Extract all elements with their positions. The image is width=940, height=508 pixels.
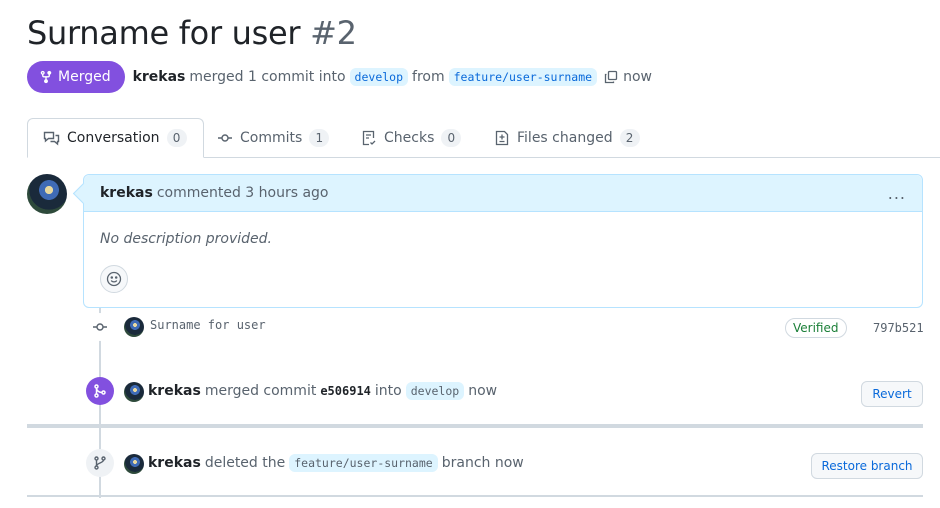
tab-conversation[interactable]: Conversation 0 — [27, 118, 204, 158]
pr-title: Surname for user #2 — [27, 14, 357, 52]
kebab-menu-icon[interactable]: ... — [888, 184, 906, 203]
tab-counter: 0 — [166, 129, 187, 147]
git-branch-icon — [94, 456, 106, 470]
comment-action: commented 3 hours ago — [156, 185, 329, 201]
delete-event-text: krekas deleted the feature/user-surname … — [148, 453, 524, 473]
pr-number: #2 — [310, 14, 357, 52]
tab-commits[interactable]: Commits 1 — [217, 118, 330, 157]
checklist-icon — [362, 130, 376, 145]
merge-event-badge — [86, 377, 114, 405]
tab-label: Checks — [384, 129, 435, 146]
from-text: from — [412, 69, 445, 85]
commit-node — [86, 313, 114, 341]
comment-discussion-icon — [43, 131, 60, 146]
merged-text: merged 1 commit into — [189, 69, 346, 85]
commit-sha-link[interactable]: 797b521 — [873, 321, 924, 335]
tab-label: Commits — [240, 129, 303, 146]
into-text: into — [374, 383, 402, 399]
merge-branch[interactable]: develop — [405, 382, 465, 400]
base-branch-link[interactable]: develop — [349, 68, 409, 86]
merge-avatar[interactable] — [124, 382, 144, 402]
comment-body: No description provided. — [100, 231, 272, 247]
comment-header: krekas commented 3 hours ago — [84, 175, 922, 212]
pr-meta: Merged krekas merged 1 commit into devel… — [27, 61, 652, 93]
git-commit-icon — [93, 323, 107, 331]
add-reaction-button[interactable] — [100, 265, 128, 293]
commit-message-link[interactable]: Surname for user — [150, 318, 266, 332]
tab-label: Conversation — [67, 130, 160, 146]
copy-icon[interactable] — [603, 69, 619, 85]
tab-counter: 2 — [619, 128, 640, 147]
git-merge-icon — [94, 384, 106, 398]
commit-avatar[interactable] — [124, 317, 144, 337]
delete-event-badge — [86, 449, 114, 477]
merge-commit-sha[interactable]: e506914 — [320, 384, 371, 398]
merge-author[interactable]: krekas — [148, 383, 201, 399]
git-merge-icon — [40, 70, 52, 84]
merge-time: now — [468, 383, 498, 399]
tab-label: Files changed — [517, 129, 613, 146]
tab-checks[interactable]: Checks 0 — [361, 118, 462, 157]
comment-author[interactable]: krekas — [100, 185, 153, 201]
state-label: Merged — [58, 69, 111, 85]
pr-title-text: Surname for user — [27, 14, 301, 52]
git-commit-icon — [218, 133, 232, 142]
pr-author-link[interactable]: krekas — [133, 69, 186, 85]
author-avatar[interactable] — [27, 174, 67, 214]
merged-state-badge: Merged — [27, 61, 125, 93]
revert-button[interactable]: Revert — [861, 381, 923, 407]
tab-files-changed[interactable]: Files changed 2 — [494, 118, 640, 157]
merge-event-text: krekas merged commit e506914 into develo… — [148, 381, 497, 401]
timeline-separator — [27, 424, 923, 428]
merge-text: merged commit — [204, 383, 317, 399]
delete-author[interactable]: krekas — [148, 455, 201, 471]
merged-time: now — [623, 69, 652, 85]
restore-branch-button[interactable]: Restore branch — [811, 453, 923, 479]
pr-tabs: Conversation 0 Commits 1 Checks 0 Files … — [27, 118, 940, 158]
tab-counter: 0 — [441, 128, 462, 147]
tab-counter: 1 — [309, 128, 330, 147]
smiley-icon — [106, 271, 122, 287]
deleted-branch: feature/user-surname — [289, 454, 438, 472]
head-branch-link[interactable]: feature/user-surname — [448, 68, 598, 86]
timeline-separator — [27, 495, 923, 497]
file-diff-icon — [495, 130, 509, 145]
delete-time: branch now — [441, 455, 524, 471]
delete-avatar[interactable] — [124, 454, 144, 474]
delete-text: deleted the — [204, 455, 286, 471]
verified-badge[interactable]: Verified — [785, 318, 847, 338]
comment-box: krekas commented 3 hours ago ... No desc… — [72, 174, 923, 308]
